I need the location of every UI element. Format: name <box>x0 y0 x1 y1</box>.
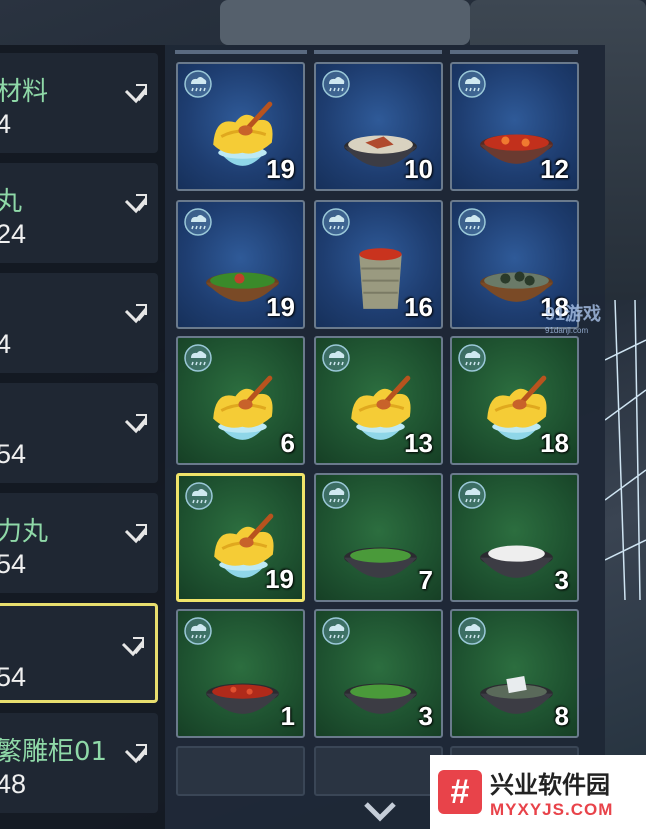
materials-list-item[interactable]: 力丸 54 <box>0 493 158 593</box>
item-count: 4 <box>0 109 12 139</box>
item-quantity: 3 <box>418 701 433 731</box>
inventory-slot[interactable]: 19 <box>176 62 305 191</box>
item-quantity: 6 <box>280 428 295 458</box>
item-name: 繁雕柜01 <box>0 737 108 767</box>
site-badge-name: 兴业软件园 <box>490 770 610 799</box>
item-quantity: 7 <box>418 565 433 595</box>
item-name: 材料 <box>0 77 49 107</box>
food-icon <box>344 547 417 578</box>
inventory-slot[interactable]: 6 <box>176 336 305 465</box>
inventory-slot[interactable]: 18 <box>450 336 579 465</box>
item-quantity: 19 <box>265 564 294 594</box>
edit-icon[interactable] <box>122 741 150 769</box>
food-icon <box>480 545 553 578</box>
spider-web-decoration <box>605 300 646 600</box>
inventory-slot[interactable]: 3 <box>450 473 579 602</box>
watermark-number: 91 <box>545 304 566 324</box>
item-count: 54 <box>0 549 27 579</box>
item-name: 力丸 <box>0 517 49 547</box>
materials-list-item[interactable]: 繁雕柜01 48 <box>0 713 158 813</box>
item-count: 4 <box>0 329 12 359</box>
watermark-url: 91danji.com <box>545 326 589 335</box>
item-quantity: 1 <box>280 701 295 731</box>
item-count: 54 <box>0 439 27 469</box>
materials-list-panel: 材料 4 丸 24 4 54 力丸 54 54 繁雕柜01 48 <box>0 45 165 829</box>
item-quantity: 13 <box>404 428 433 458</box>
background-rock <box>220 0 470 45</box>
scroll-down-chevron-icon[interactable] <box>360 800 400 824</box>
grid-top-strip <box>175 50 307 54</box>
materials-list-item[interactable]: 54 <box>0 603 158 703</box>
food-icon <box>344 683 417 714</box>
item-quantity: 16 <box>404 292 433 322</box>
item-quantity: 3 <box>554 565 569 595</box>
empty-inventory-slot[interactable] <box>314 746 443 796</box>
inventory-slot[interactable]: 7 <box>314 473 443 602</box>
site-badge-url: MYXYJS.COM <box>490 799 614 819</box>
inventory-slot[interactable]: 16 <box>314 200 443 329</box>
inventory-slot[interactable]: 19 <box>176 473 305 602</box>
grid-top-strip <box>450 50 578 54</box>
materials-list-item[interactable]: 丸 24 <box>0 163 158 263</box>
grid-top-strip <box>314 50 442 54</box>
item-count: 54 <box>0 662 27 692</box>
inventory-slot[interactable]: 19 <box>176 200 305 329</box>
item-quantity: 12 <box>540 154 569 184</box>
food-icon <box>213 375 273 440</box>
edit-icon[interactable] <box>119 634 147 662</box>
inventory-slot[interactable]: 10 <box>314 62 443 191</box>
item-name: 丸 <box>0 187 23 217</box>
site-badge: # 兴业软件园 MYXYJS.COM <box>430 755 646 829</box>
materials-list-item[interactable]: 材料 4 <box>0 53 158 153</box>
edit-icon[interactable] <box>122 81 150 109</box>
hash-logo-icon: # <box>438 770 482 814</box>
edit-icon[interactable] <box>122 301 150 329</box>
item-quantity: 19 <box>266 292 295 322</box>
empty-inventory-slot[interactable] <box>176 746 305 796</box>
item-count: 48 <box>0 769 27 799</box>
site-watermark: 91游戏 91danji.com <box>545 300 601 335</box>
inventory-slot[interactable]: 1 <box>176 609 305 738</box>
watermark-brand: 游戏 <box>565 304 602 324</box>
materials-list-item[interactable]: 4 <box>0 273 158 373</box>
materials-list-item[interactable]: 54 <box>0 383 158 483</box>
item-quantity: 18 <box>540 428 569 458</box>
inventory-slot[interactable]: 3 <box>314 609 443 738</box>
food-icon <box>480 675 553 714</box>
food-icon <box>206 683 279 714</box>
edit-icon[interactable] <box>122 521 150 549</box>
item-quantity: 19 <box>266 154 295 184</box>
inventory-slot[interactable]: 13 <box>314 336 443 465</box>
edit-icon[interactable] <box>122 411 150 439</box>
item-count: 24 <box>0 219 27 249</box>
inventory-slot[interactable]: 8 <box>450 609 579 738</box>
item-quantity: 10 <box>404 154 433 184</box>
edit-icon[interactable] <box>122 191 150 219</box>
inventory-slot[interactable]: 12 <box>450 62 579 191</box>
item-quantity: 8 <box>554 701 569 731</box>
